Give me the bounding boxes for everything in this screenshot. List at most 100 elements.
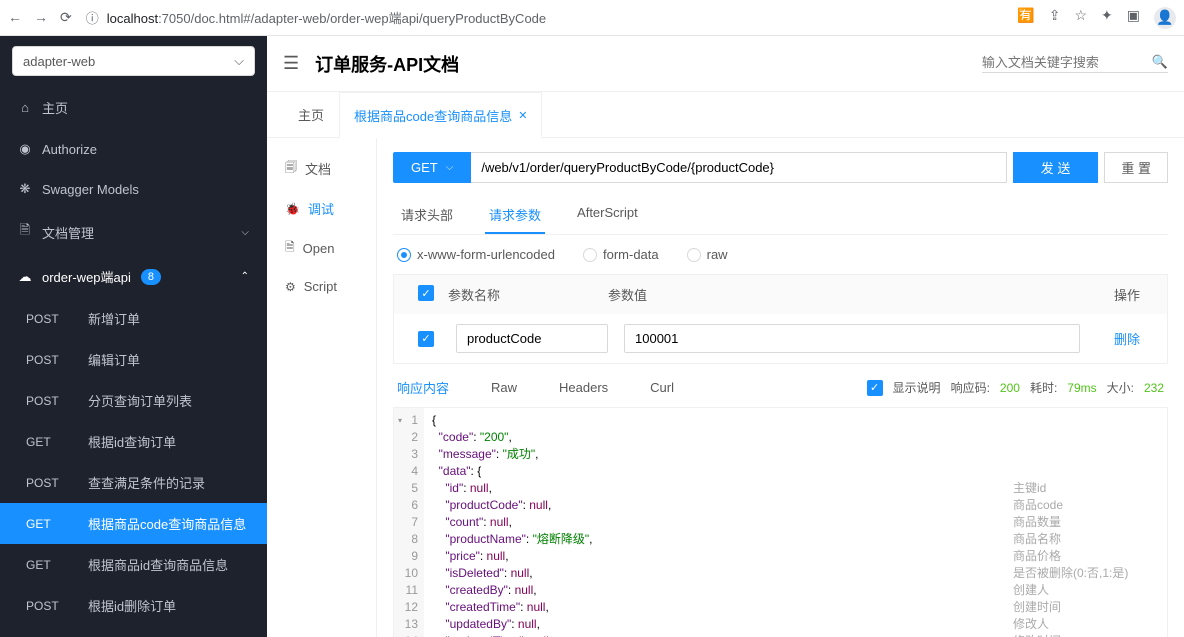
method-label: POST [26,394,72,408]
col-value: 参数值 [608,285,1097,304]
main-header: ☰ 订单服务-API文档 🔍 [267,36,1184,92]
tab-raw[interactable]: Raw [491,380,517,395]
body-type-radios: x-www-form-urlencoded form-data raw [393,247,1168,262]
info-icon: ⓘ [86,8,99,27]
url-host: localhost [107,11,158,26]
api-label: 根据id删除订单 [88,596,176,615]
radio-formdata[interactable]: form-data [583,247,659,262]
menu-doc[interactable]: 🗐文档 [267,148,376,189]
checkbox-row[interactable]: ✓ [418,331,434,347]
doc-icon: 🗎 [18,221,32,243]
profile-avatar[interactable]: 👤 [1154,7,1176,29]
project-select[interactable]: adapter-web ⌵ [12,46,255,76]
forward-icon[interactable]: → [34,9,48,26]
script-icon: ⚙ [285,280,296,294]
address-bar[interactable]: ⓘ localhost:7050/doc.html#/adapter-web/o… [80,8,1010,27]
reset-button[interactable]: 重 置 [1104,152,1168,183]
send-button[interactable]: 发 送 [1013,152,1099,183]
panel-icon[interactable]: ▣ [1127,7,1140,29]
bug-icon: 🐞 [285,202,300,216]
sidebar-api-item[interactable]: POST 新增订单 [0,298,267,339]
home-icon: ⌂ [18,100,32,115]
api-label: 根据id查询订单 [88,432,176,451]
col-op: 操作 [1097,285,1157,304]
line-gutter: 1234567891011121314151617 [394,408,424,637]
tab-params[interactable]: 请求参数 [485,197,545,234]
tab-resp-headers[interactable]: Headers [559,380,608,395]
reload-icon[interactable]: ⟳ [60,9,72,26]
sidebar-item-authorize[interactable]: ◉Authorize [0,129,267,169]
method-label: POST [26,353,72,367]
detail-panel: GET 发 送 重 置 请求头部 请求参数 AfterScript x-www-… [377,138,1184,637]
project-name: adapter-web [23,54,95,69]
bookmark-icon[interactable]: ☆ [1074,7,1087,29]
sidebar-item-swagger[interactable]: ❋Swagger Models [0,169,267,209]
api-label: 查查满足条件的记录 [88,473,205,492]
show-desc-label: 显示说明 [893,379,941,396]
field-comments: 主键id商品code商品数量商品名称商品价格是否被删除(0:否,1:是)创建人创… [1007,408,1167,637]
sidebar-item-home[interactable]: ⌂主页 [0,86,267,129]
extensions-icon[interactable]: ✦ [1101,7,1113,29]
chevron-down-icon: ⌵ [241,227,249,238]
param-row: ✓ 删除 [394,314,1167,363]
share-icon[interactable]: ⇪ [1049,7,1061,29]
radio-urlencoded[interactable]: x-www-form-urlencoded [397,247,555,262]
sidebar-api-item[interactable]: POST 编辑订单 [0,339,267,380]
method-label: POST [26,476,72,490]
sidebar-api-item[interactable]: GET根据id查询订单 [0,421,267,462]
api-label: 分页查询订单列表 [88,391,192,410]
radio-raw[interactable]: raw [687,247,728,262]
tab-response[interactable]: 响应内容 [397,378,449,397]
checkbox-all[interactable]: ✓ [418,285,434,301]
sidebar-api-item[interactable]: POST 根据id删除订单 [0,585,267,626]
collapse-icon[interactable]: ☰ [283,53,299,74]
close-icon[interactable]: ✕ [518,109,527,122]
response-size: 232 [1144,381,1164,395]
translate-icon[interactable]: 🈶 [1017,7,1034,29]
sidebar-item-docs[interactable]: 🗎文档管理⌵ [0,209,267,255]
params-table: ✓ 参数名称 参数值 操作 ✓ 删除 [393,274,1168,364]
radio-icon [687,248,701,262]
api-label: 根据商品code查询商品信息 [88,514,246,533]
show-desc-checkbox[interactable]: ✓ [867,380,883,396]
sidebar-api-item[interactable]: GET根据商品id查询商品信息 [0,544,267,585]
tab-home[interactable]: 主页 [283,92,339,137]
url-input[interactable] [471,152,1006,183]
method-select[interactable]: GET [393,152,471,183]
delete-link[interactable]: 删除 [1114,332,1140,347]
api-label: 编辑订单 [88,350,140,369]
search-icon[interactable]: 🔍 [1152,54,1168,70]
open-icon: 🗎 [285,238,295,259]
param-name-input[interactable] [456,324,608,353]
menu-script[interactable]: ⚙Script [267,269,376,304]
method-label: POST [26,599,72,613]
models-icon: ❋ [18,181,32,197]
chevron-down-icon: ⌵ [234,53,244,69]
method-label: POST [26,312,72,326]
back-icon[interactable]: ← [8,9,22,26]
api-label: 根据商品id查询商品信息 [88,555,228,574]
sidebar: adapter-web ⌵ ⌂主页 ◉Authorize ❋Swagger Mo… [0,36,267,637]
api-label: 新增订单 [88,309,140,328]
json-code[interactable]: { "code": "200", "message": "成功", "data"… [424,408,1007,637]
search-input[interactable] [982,55,1142,70]
tab-curl[interactable]: Curl [650,380,674,395]
method-label: GET [26,517,72,531]
doc-tabs: 主页 根据商品code查询商品信息✕ [267,92,1184,138]
count-badge: 8 [141,269,161,285]
tab-afterscript[interactable]: AfterScript [573,197,642,234]
col-name: 参数名称 [448,285,608,304]
sidebar-item-order-api[interactable]: ☁order-wep端api8⌃ [0,255,267,298]
detail-menu: 🗐文档 🐞调试 🗎Open ⚙Script [267,138,377,637]
browser-toolbar: ← → ⟳ ⓘ localhost:7050/doc.html#/adapter… [0,0,1184,36]
menu-debug[interactable]: 🐞调试 [267,189,376,228]
sidebar-api-item[interactable]: GET 根据商品code查询商品信息 [0,503,267,544]
tab-headers[interactable]: 请求头部 [397,197,457,234]
sidebar-api-item[interactable]: POST 查查满足条件的记录 [0,462,267,503]
menu-open[interactable]: 🗎Open [267,228,376,269]
url-path: /doc.html#/adapter-web/order-wep端api/que… [191,11,547,26]
sidebar-api-item[interactable]: POST 分页查询订单列表 [0,380,267,421]
tab-api[interactable]: 根据商品code查询商品信息✕ [339,92,542,138]
response-tabs: 响应内容 Raw Headers Curl ✓ 显示说明 响应码:200 耗时:… [393,364,1168,407]
param-value-input[interactable] [624,324,1080,353]
